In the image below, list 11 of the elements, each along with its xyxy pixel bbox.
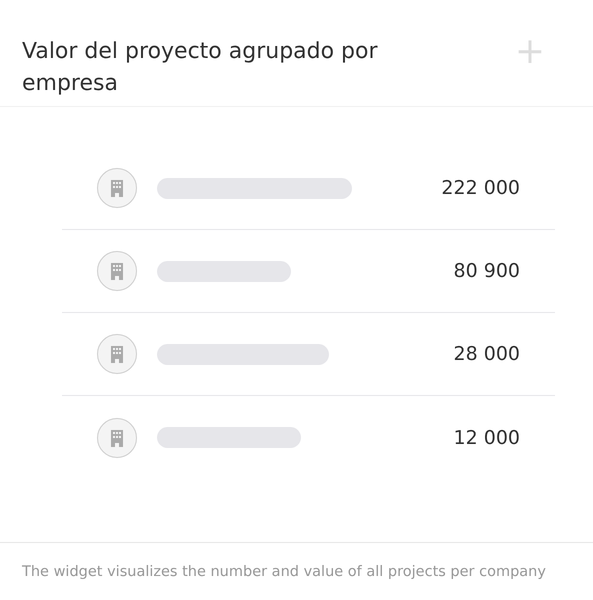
project-value: 80 900 — [454, 260, 520, 282]
project-value: 222 000 — [441, 177, 520, 199]
widget-title: Valor del proyecto agrupado por empresa — [22, 38, 379, 98]
building-icon — [97, 251, 137, 291]
add-button[interactable]: + — [514, 36, 545, 68]
building-icon — [97, 334, 137, 374]
building-icon — [97, 168, 137, 208]
building-icon — [97, 418, 137, 458]
project-value: 28 000 — [454, 343, 520, 365]
widget-description: The widget visualizes the number and value of all projects per company — [22, 564, 546, 580]
project-value: 12 000 — [454, 426, 520, 448]
